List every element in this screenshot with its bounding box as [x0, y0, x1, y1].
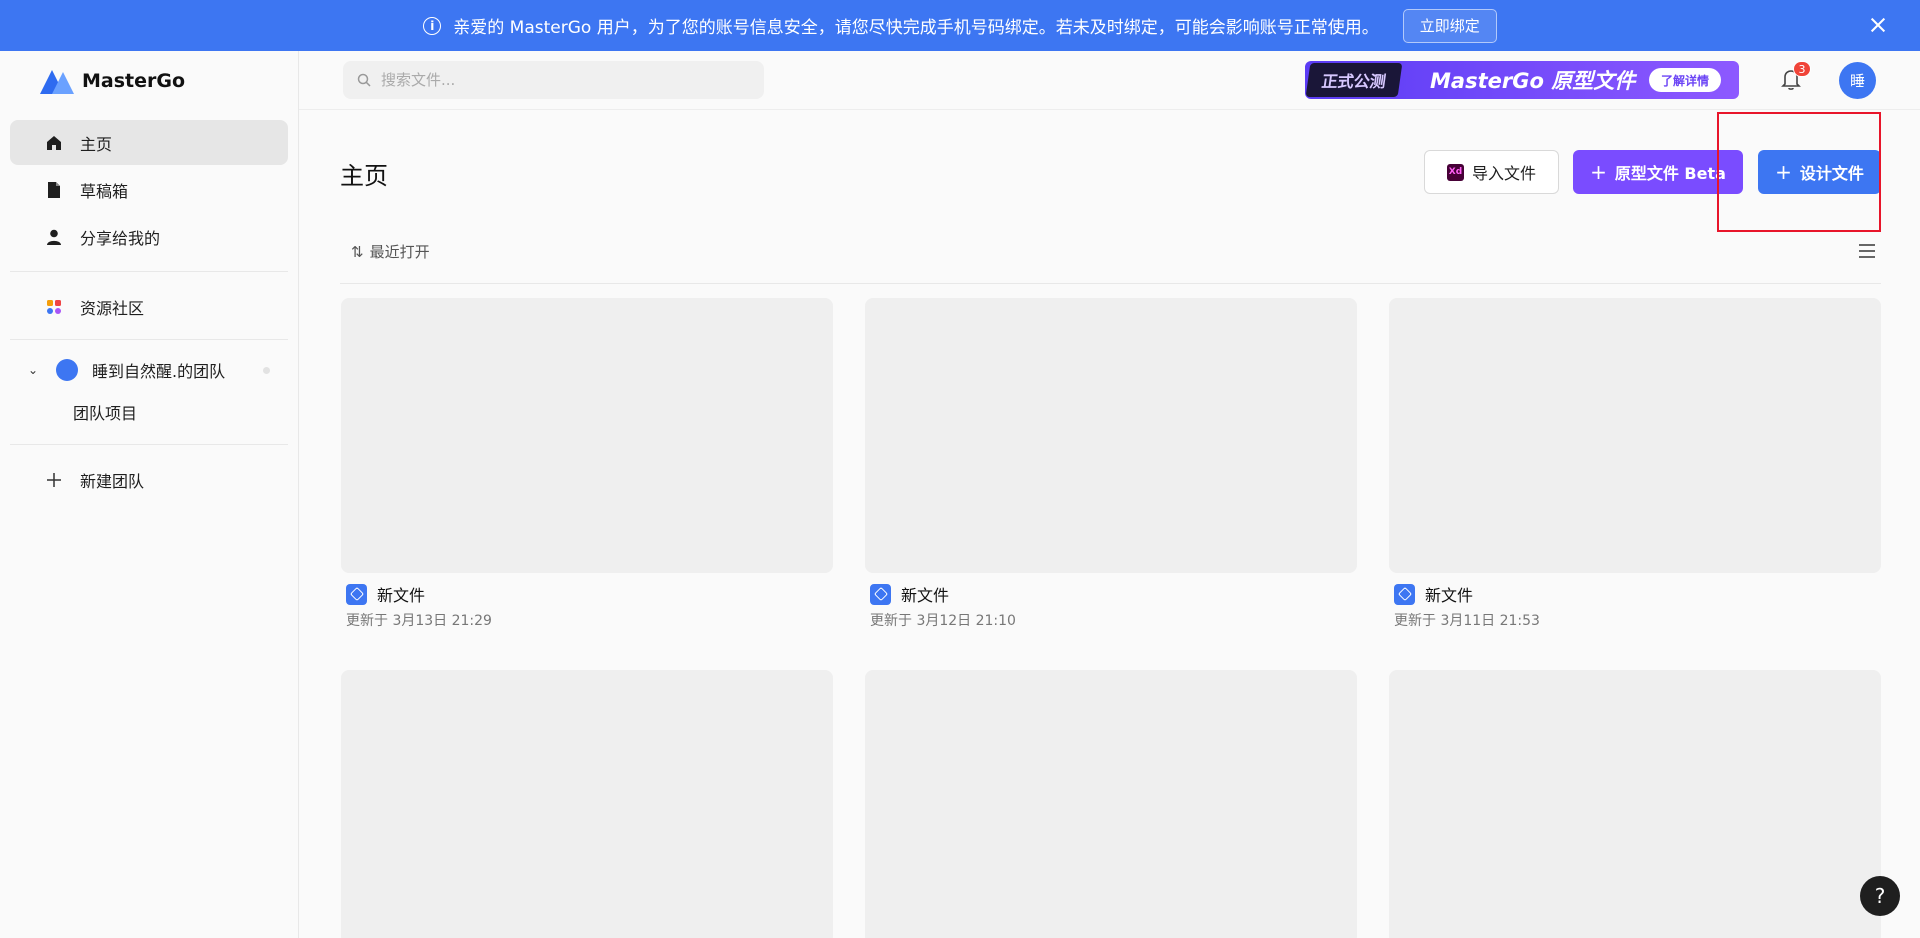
top-header: 正式公测 MasterGo 原型文件 了解详情 3 睡 — [299, 51, 1920, 110]
design-file-icon — [346, 583, 367, 605]
design-file-icon — [870, 583, 891, 605]
main-content: 主页 Xd 导入文件 + 原型文件 Beta + 设计文件 ⇅ 最近打开 新文件… — [299, 110, 1920, 938]
brand-name: MasterGo — [82, 69, 186, 92]
promo-title: MasterGo 原型文件 — [1430, 69, 1636, 93]
import-file-button[interactable]: Xd 导入文件 — [1424, 150, 1559, 194]
sort-label: 最近打开 — [369, 243, 430, 261]
notification-button[interactable]: 3 — [1779, 61, 1811, 93]
file-thumbnail[interactable] — [341, 670, 833, 938]
file-card[interactable]: 新文件 更新于 3月13日 21:29 — [341, 298, 833, 630]
user-icon — [44, 227, 64, 247]
notification-badge: 3 — [1793, 61, 1811, 77]
chevron-down-icon[interactable]: ⌄ — [28, 363, 42, 377]
new-design-file-button[interactable]: + 设计文件 — [1758, 150, 1881, 194]
file-card[interactable] — [865, 670, 1357, 938]
sidebar-item-team-projects[interactable]: 团队项目 — [0, 392, 298, 432]
file-card[interactable] — [341, 670, 833, 938]
proto-label: 原型文件 Beta — [1614, 164, 1726, 183]
promo-banner[interactable]: 正式公测 MasterGo 原型文件 了解详情 — [1305, 61, 1739, 99]
file-name: 新文件 — [377, 586, 426, 605]
sidebar-item-community[interactable]: 资源社区 — [10, 284, 288, 329]
xd-icon: Xd — [1446, 163, 1464, 181]
sidebar-nav: 主页 草稿箱 分享给我的 — [0, 110, 298, 259]
search-input[interactable] — [381, 71, 741, 89]
sidebar-item-label: 草稿箱 — [80, 181, 129, 201]
team-name: 睡到自然醒.的团队 — [92, 362, 226, 381]
file-updated-time: 更新于 3月13日 21:29 — [346, 613, 492, 629]
sidebar-item-label: 资源社区 — [80, 298, 145, 318]
file-thumbnail[interactable] — [865, 298, 1357, 573]
sidebar-item-label: 新建团队 — [80, 471, 145, 491]
import-label: 导入文件 — [1471, 164, 1536, 183]
team-row[interactable]: ⌄ 睡到自然醒.的团队 — [10, 352, 288, 388]
list-view-icon[interactable] — [1859, 244, 1875, 258]
help-button[interactable]: ? — [1860, 876, 1900, 916]
sidebar-community: 资源社区 — [0, 284, 298, 329]
file-updated-time: 更新于 3月12日 21:10 — [870, 613, 1016, 629]
sidebar-item-label: 分享给我的 — [80, 228, 161, 248]
banner-message: 亲爱的 MasterGo 用户，为了您的账号信息安全，请您尽快完成手机号码绑定。… — [453, 18, 1379, 38]
divider — [10, 271, 288, 272]
sidebar-item-label: 主页 — [80, 134, 113, 154]
promo-more-button[interactable]: 了解详情 — [1648, 68, 1721, 92]
design-file-icon — [1394, 583, 1415, 605]
search-icon — [357, 73, 371, 87]
sidebar-item-new-team[interactable]: 新建团队 — [10, 457, 288, 502]
search-box[interactable] — [343, 61, 764, 99]
sort-icon: ⇅ — [351, 242, 364, 261]
plus-icon: + — [1590, 160, 1607, 184]
team-avatar — [56, 359, 78, 381]
file-thumbnail[interactable] — [1389, 298, 1881, 573]
plus-icon: + — [1775, 160, 1792, 184]
divider — [10, 339, 288, 340]
file-name: 新文件 — [1425, 586, 1474, 605]
new-prototype-file-button[interactable]: + 原型文件 Beta — [1573, 150, 1743, 194]
sidebar-item-drafts[interactable]: 草稿箱 — [10, 167, 288, 212]
sidebar: MasterGo 主页 草稿箱 分享给我的 资源社区 ⌄ 睡到自然醒.的团队 团… — [0, 51, 299, 938]
file-thumbnail[interactable] — [1389, 670, 1881, 938]
sidebar-item-home[interactable]: 主页 — [10, 120, 288, 165]
file-name: 新文件 — [901, 586, 950, 605]
file-thumbnail[interactable] — [341, 298, 833, 573]
sidebar-new-team: 新建团队 — [0, 457, 298, 502]
sidebar-item-shared[interactable]: 分享给我的 — [10, 214, 288, 259]
home-icon — [44, 133, 64, 153]
close-icon[interactable] — [1866, 13, 1890, 37]
file-card[interactable]: 新文件 更新于 3月12日 21:10 — [865, 298, 1357, 630]
page-title: 主页 — [340, 162, 388, 190]
bind-now-button[interactable]: 立即绑定 — [1402, 8, 1497, 43]
file-thumbnail[interactable] — [865, 670, 1357, 938]
info-icon: i — [423, 16, 442, 35]
draft-icon — [44, 180, 64, 200]
file-card[interactable]: 新文件 更新于 3月11日 21:53 — [1389, 298, 1881, 630]
team-status-dot — [263, 366, 270, 374]
account-binding-banner: i 亲爱的 MasterGo 用户，为了您的账号信息安全，请您尽快完成手机号码绑… — [0, 0, 1920, 51]
plus-icon — [44, 470, 64, 490]
sort-control[interactable]: ⇅ 最近打开 — [351, 241, 430, 262]
logo[interactable]: MasterGo — [0, 51, 298, 110]
promo-tag: 正式公测 — [1305, 63, 1403, 97]
community-icon — [44, 297, 64, 317]
mastergo-logo-icon — [40, 68, 76, 94]
design-label: 设计文件 — [1799, 164, 1864, 183]
file-card[interactable] — [1389, 670, 1881, 938]
divider — [340, 283, 1881, 284]
file-updated-time: 更新于 3月11日 21:53 — [1394, 613, 1540, 629]
divider — [10, 444, 288, 445]
avatar[interactable]: 睡 — [1839, 62, 1876, 99]
